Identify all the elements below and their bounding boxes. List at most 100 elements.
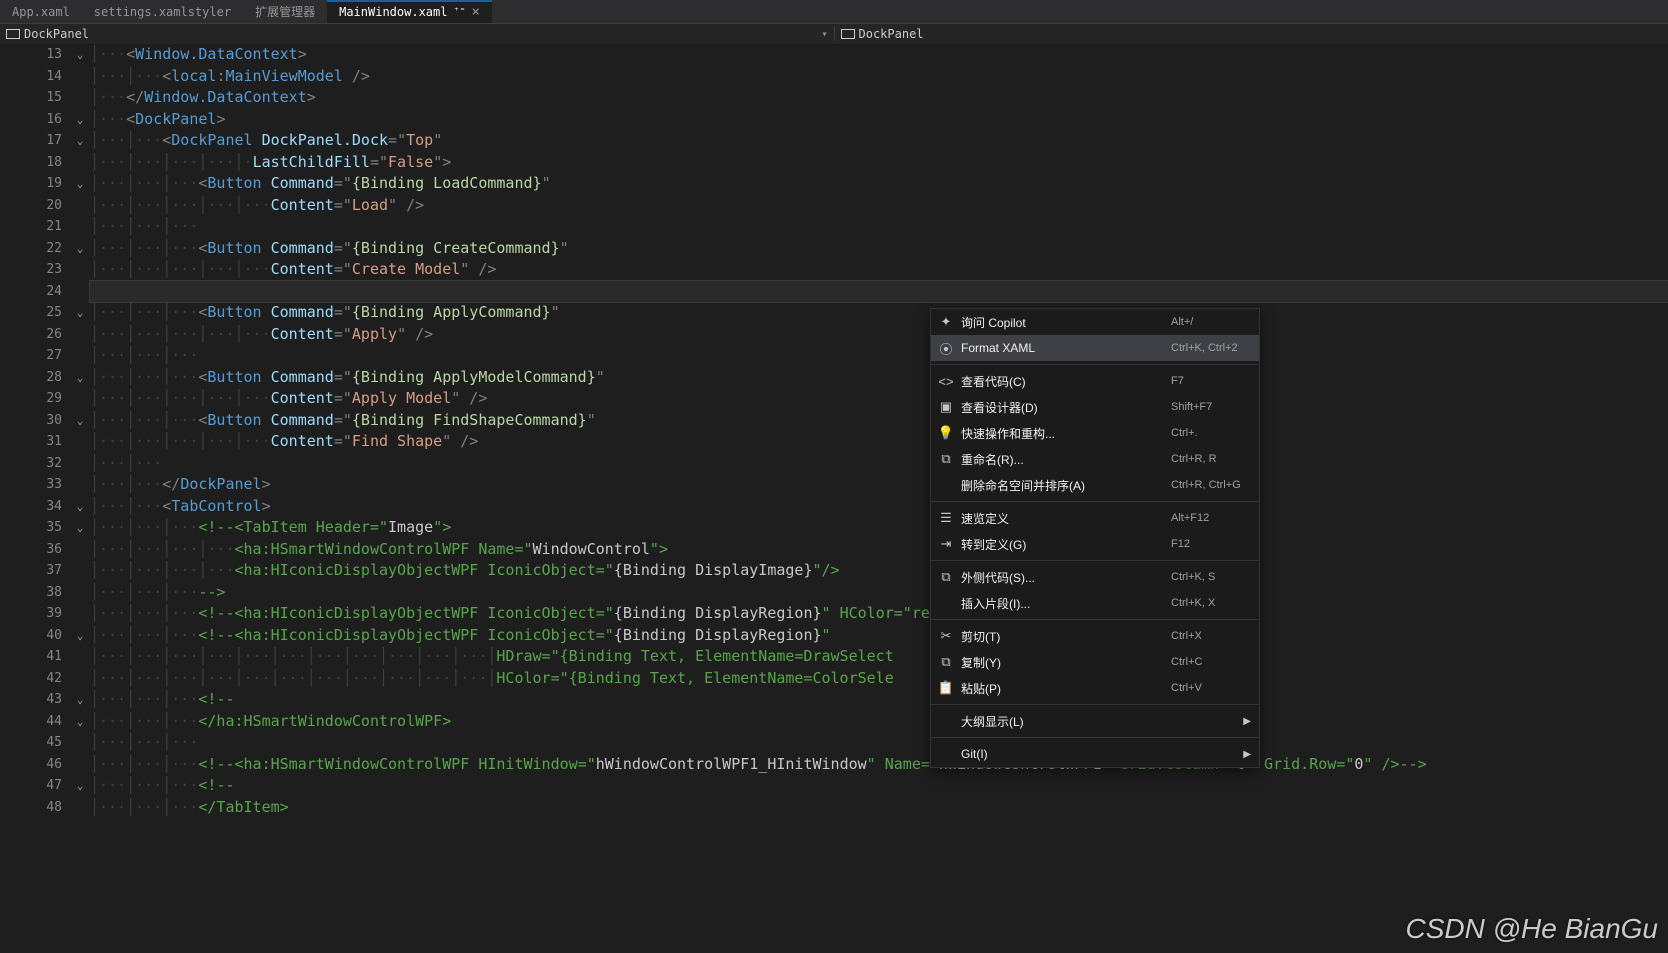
breadcrumb-left[interactable]: DockPanel ▾ [0, 27, 834, 41]
menu-separator [931, 560, 1259, 561]
menu-icon: ⧉ [935, 654, 957, 670]
code-area[interactable]: │···<Window.DataContext>│···│···<local:M… [90, 44, 1668, 953]
menu-icon: ⇥ [935, 536, 957, 552]
code-line[interactable]: │···│···│··· [90, 345, 1668, 367]
menu-item[interactable]: ✦询问 CopilotAlt+/ [931, 309, 1259, 335]
menu-item[interactable]: ⧉重命名(R)...Ctrl+R, R [931, 446, 1259, 472]
chevron-right-icon: ▶ [1243, 749, 1251, 760]
menu-item[interactable]: <>查看代码(C)F7 [931, 368, 1259, 394]
menu-item[interactable]: ⧉复制(Y)Ctrl+C [931, 649, 1259, 675]
code-line[interactable]: │···│···│···<!-- [90, 689, 1668, 711]
fold-toggle[interactable]: ⌄ [70, 496, 90, 518]
code-editor: 1314151617181920212223242526272829303132… [0, 44, 1668, 953]
menu-item[interactable]: ⇥转到定义(G)F12 [931, 531, 1259, 557]
menu-separator [931, 364, 1259, 365]
fold-toggle[interactable]: ⌄ [70, 517, 90, 539]
code-line[interactable]: │···│···│···│···<ha:HSmartWindowControlW… [90, 539, 1668, 561]
code-line[interactable]: │···│···│··· [90, 216, 1668, 238]
menu-item[interactable]: 删除命名空间并排序(A)Ctrl+R, Ctrl+G [931, 472, 1259, 498]
code-line[interactable]: │···│···│··· [90, 732, 1668, 754]
menu-icon: ✂ [935, 628, 957, 644]
code-line[interactable]: │···│···│···│···│···Content="Apply Model… [90, 388, 1668, 410]
menu-item[interactable]: ▣查看设计器(D)Shift+F7 [931, 394, 1259, 420]
fold-toggle[interactable]: ⌄ [70, 302, 90, 324]
code-line[interactable]: │···│···│···<!--<ha:HIconicDisplayObject… [90, 625, 1668, 647]
menu-item[interactable]: 插入片段(I)...Ctrl+K, X [931, 590, 1259, 616]
menu-item[interactable]: 大纲显示(L)▶ [931, 708, 1259, 734]
code-line[interactable]: │···│···│···<!--<ha:HSmartWindowControlW… [90, 754, 1668, 776]
panel-icon [6, 29, 20, 39]
code-line[interactable]: │···│···│···--> [90, 582, 1668, 604]
tab-app-xaml[interactable]: App.xaml [0, 0, 82, 23]
fold-toggle[interactable]: ⌄ [70, 173, 90, 195]
code-line[interactable]: │···│···<DockPanel DockPanel.Dock="Top" [90, 130, 1668, 152]
code-line[interactable]: │···│···│···│···│···│···│···│···│···│···… [90, 646, 1668, 668]
code-line[interactable]: │···│···<TabControl> [90, 496, 1668, 518]
code-line[interactable]: │···│···│···│···│···Content="Apply" /> [90, 324, 1668, 346]
menu-item[interactable]: 💡快速操作和重构...Ctrl+. [931, 420, 1259, 446]
fold-gutter: ⌄⌄⌄⌄⌄⌄⌄⌄⌄⌄⌄⌄⌄⌄ [70, 44, 90, 953]
menu-item[interactable]: ☰速览定义Alt+F12 [931, 505, 1259, 531]
code-line[interactable]: │···│··· [90, 453, 1668, 475]
panel-icon [841, 29, 855, 39]
code-line[interactable]: │···│···│···<!-- [90, 775, 1668, 797]
fold-toggle[interactable]: ⌄ [70, 367, 90, 389]
tab-mainwindow[interactable]: MainWindow.xaml ⁺⁼ × [327, 0, 492, 23]
tab-bar: App.xaml settings.xamlstyler 扩展管理器 MainW… [0, 0, 1668, 24]
code-line[interactable]: │···│···│···│···│···Content="Load" /> [90, 195, 1668, 217]
tab-settings[interactable]: settings.xamlstyler [82, 0, 243, 23]
menu-icon: ⧉ [935, 569, 957, 585]
fold-toggle[interactable]: ⌄ [70, 410, 90, 432]
watermark: CSDN @He BianGu [1405, 913, 1658, 945]
chevron-down-icon[interactable]: ▾ [821, 29, 827, 40]
menu-item[interactable]: Git(I)▶ [931, 741, 1259, 767]
menu-item[interactable]: ✂剪切(T)Ctrl+X [931, 623, 1259, 649]
chevron-right-icon: ▶ [1243, 716, 1251, 727]
fold-toggle[interactable]: ⌄ [70, 711, 90, 733]
menu-icon: ⧉ [935, 451, 957, 467]
fold-toggle[interactable]: ⌄ [70, 689, 90, 711]
code-line[interactable]: │···│···│···│···│···Content="Create Mode… [90, 259, 1668, 281]
code-line[interactable]: │···│···│···<Button Command="{Binding Fi… [90, 410, 1668, 432]
code-line[interactable]: │···│···<local:MainViewModel /> [90, 66, 1668, 88]
menu-item[interactable]: ⦿Format XAMLCtrl+K, Ctrl+2 [931, 335, 1259, 361]
code-line[interactable]: │···│···│···<!--<TabItem Header="Image"> [90, 517, 1668, 539]
menu-separator [931, 737, 1259, 738]
code-line[interactable]: │···</Window.DataContext> [90, 87, 1668, 109]
code-line[interactable]: │···│···│···</TabItem> [90, 797, 1668, 819]
menu-item[interactable]: 📋粘贴(P)Ctrl+V [931, 675, 1259, 701]
menu-icon: ▣ [935, 399, 957, 415]
fold-toggle[interactable]: ⌄ [70, 44, 90, 66]
fold-toggle[interactable]: ⌄ [70, 109, 90, 131]
fold-toggle[interactable]: ⌄ [70, 625, 90, 647]
fold-toggle[interactable]: ⌄ [70, 130, 90, 152]
code-line[interactable]: │···│···│···<Button Command="{Binding Lo… [90, 173, 1668, 195]
tab-extensions[interactable]: 扩展管理器 [243, 0, 327, 23]
code-line[interactable]: │···<Window.DataContext> [90, 44, 1668, 66]
breadcrumb-right[interactable]: DockPanel [834, 27, 1668, 41]
code-line[interactable]: │···│···│···│···<ha:HIconicDisplayObject… [90, 560, 1668, 582]
pin-icon[interactable]: ⁺⁼ [453, 6, 465, 17]
code-line[interactable] [90, 281, 1668, 303]
line-gutter: 1314151617181920212223242526272829303132… [0, 44, 70, 953]
code-line[interactable]: │···│···│···│···│···│···│···│···│···│···… [90, 668, 1668, 690]
menu-separator [931, 501, 1259, 502]
context-menu: ✦询问 CopilotAlt+/⦿Format XAMLCtrl+K, Ctrl… [930, 308, 1260, 768]
menu-separator [931, 704, 1259, 705]
breadcrumb-bar: DockPanel ▾ DockPanel [0, 24, 1668, 44]
fold-toggle[interactable]: ⌄ [70, 238, 90, 260]
menu-item[interactable]: ⧉外侧代码(S)...Ctrl+K, S [931, 564, 1259, 590]
menu-separator [931, 619, 1259, 620]
code-line[interactable]: │···│···│···<!--<ha:HIconicDisplayObject… [90, 603, 1668, 625]
code-line[interactable]: │···│···│···│···│···Content="Find Shape"… [90, 431, 1668, 453]
code-line[interactable]: │···<DockPanel> [90, 109, 1668, 131]
code-line[interactable]: │···│···│···<Button Command="{Binding Ap… [90, 367, 1668, 389]
code-line[interactable]: │···│···│···│···│·LastChildFill="False"> [90, 152, 1668, 174]
fold-toggle[interactable]: ⌄ [70, 775, 90, 797]
code-line[interactable]: │···│···│···<Button Command="{Binding Ap… [90, 302, 1668, 324]
close-icon[interactable]: × [472, 4, 480, 20]
code-line[interactable]: │···│···│···</ha:HSmartWindowControlWPF> [90, 711, 1668, 733]
code-line[interactable]: │···│···</DockPanel> [90, 474, 1668, 496]
code-line[interactable]: │···│···│···<Button Command="{Binding Cr… [90, 238, 1668, 260]
menu-icon: <> [935, 374, 957, 389]
